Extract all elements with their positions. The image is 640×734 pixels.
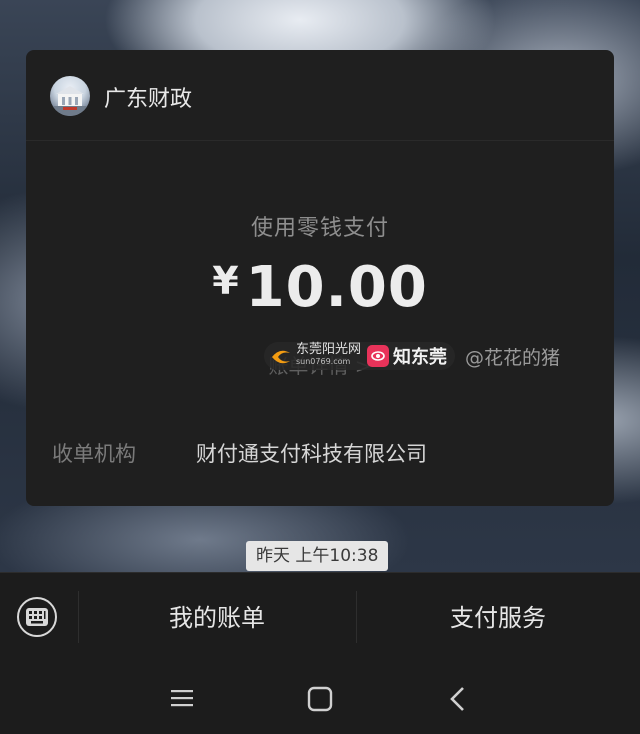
watermark-handle: @花花的猪 <box>465 346 561 369</box>
menu-icon[interactable] <box>170 686 194 710</box>
amount-value: 10.00 <box>245 255 428 320</box>
merchant-name: 广东财政 <box>104 87 193 112</box>
watermark-logo2-text: 知东莞 <box>393 347 448 368</box>
system-nav-bar <box>0 662 640 734</box>
merchant-org-value: 财付通支付科技有限公司 <box>196 442 427 466</box>
sun-logo-icon <box>272 350 290 364</box>
watermark: 东莞阳光网 sun0769.com 知东莞 @花花的猪 <box>264 342 560 370</box>
menu-my-bills[interactable]: 我的账单 <box>78 598 356 633</box>
eye-logo-icon <box>367 345 390 367</box>
currency-symbol: ¥ <box>212 259 240 303</box>
message-timestamp: 昨天 上午10:38 <box>246 541 389 571</box>
watermark-logo1-sub: sun0769.com <box>296 357 351 366</box>
keyboard-toggle-button[interactable] <box>17 597 57 637</box>
card-header: 广东财政 <box>26 50 614 141</box>
merchant-avatar[interactable] <box>50 76 90 116</box>
payment-card[interactable]: 广东财政 使用零钱支付 ¥10.00 账单详情 > 东莞阳光网 sun0769.… <box>26 50 614 506</box>
watermark-pill: 东莞阳光网 sun0769.com 知东莞 <box>264 342 456 370</box>
merchant-org-label: 收单机构 <box>52 442 136 466</box>
watermark-logo1: 东莞阳光网 sun0769.com <box>296 342 362 368</box>
payment-amount: ¥10.00 <box>26 255 614 320</box>
pay-method-label: 使用零钱支付 <box>250 216 389 241</box>
back-icon[interactable] <box>448 686 468 712</box>
home-icon[interactable] <box>307 686 333 712</box>
menu-payment-services[interactable]: 支付服务 <box>356 598 640 633</box>
service-menu-bar: 我的账单 支付服务 <box>0 572 640 663</box>
watermark-logo1-text: 东莞阳光网 <box>296 342 362 357</box>
keyboard-icon <box>26 608 48 626</box>
building-icon <box>50 86 90 116</box>
